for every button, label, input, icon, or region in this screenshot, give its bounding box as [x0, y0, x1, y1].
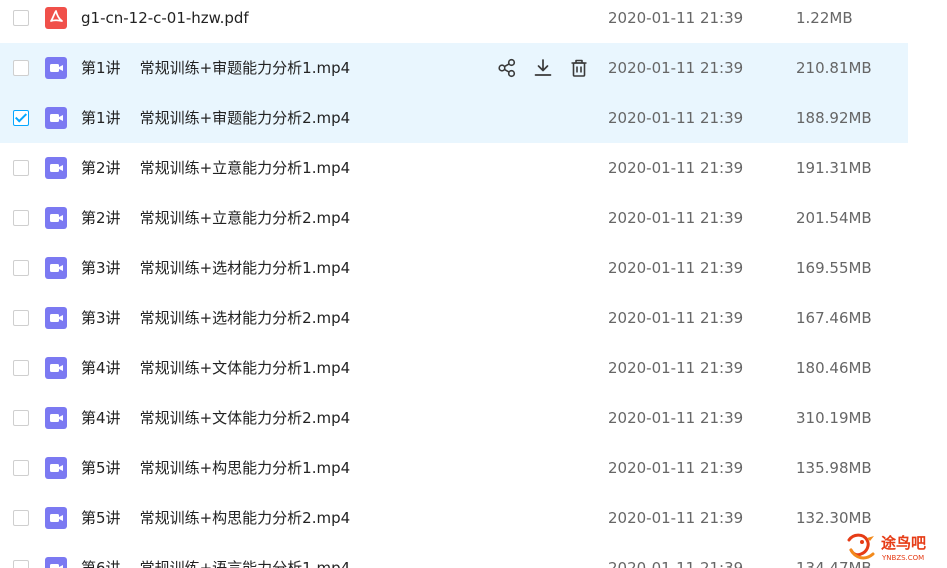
row-checkbox[interactable] [13, 360, 29, 376]
file-size: 188.92MB [796, 109, 872, 127]
file-row[interactable]: g1-cn-12-c-01-hzw.pdf 2020-01-11 21:39 1.2… [0, 0, 908, 43]
video-file-icon [45, 407, 67, 429]
file-row[interactable]: 第5讲 常规训练+构思能力分析1.mp4 2020-01-11 21:39 135.… [0, 443, 908, 493]
file-size: 169.55MB [796, 259, 872, 277]
file-name[interactable]: 第4讲 常规训练+文体能力分析1.mp4 [81, 359, 350, 377]
row-checkbox[interactable] [13, 10, 29, 26]
file-row[interactable]: 第1讲 常规训练+审题能力分析1.mp4 2020-01-11 21:39 210.… [0, 43, 908, 93]
file-date: 2020-01-11 21:39 [608, 9, 744, 27]
file-row[interactable]: 第5讲 常规训练+构思能力分析2.mp4 2020-01-11 21:39 132.… [0, 493, 908, 543]
file-date: 2020-01-11 21:39 [608, 409, 744, 427]
file-size: 210.81MB [796, 59, 872, 77]
share-icon[interactable] [496, 57, 518, 79]
row-checkbox[interactable] [13, 110, 29, 126]
file-date: 2020-01-11 21:39 [608, 459, 744, 477]
video-file-icon [45, 457, 67, 479]
file-list: g1-cn-12-c-01-hzw.pdf 2020-01-11 21:39 1.2… [0, 0, 947, 568]
file-size: 167.46MB [796, 309, 872, 327]
bird-logo-icon [845, 532, 877, 562]
row-checkbox[interactable] [13, 210, 29, 226]
file-size: 132.30MB [796, 509, 872, 527]
row-checkbox[interactable] [13, 310, 29, 326]
file-date: 2020-01-11 21:39 [608, 109, 744, 127]
file-name[interactable]: 第2讲 常规训练+立意能力分析2.mp4 [81, 209, 350, 227]
file-name[interactable]: 第5讲 常规训练+构思能力分析1.mp4 [81, 459, 350, 477]
file-name[interactable]: 第3讲 常规训练+选材能力分析2.mp4 [81, 309, 350, 327]
file-size: 1.22MB [796, 9, 853, 27]
row-checkbox[interactable] [13, 560, 29, 568]
file-row[interactable]: 第3讲 常规训练+选材能力分析2.mp4 2020-01-11 21:39 167.… [0, 293, 908, 343]
file-row[interactable]: 第2讲 常规训练+立意能力分析2.mp4 2020-01-11 21:39 201.… [0, 193, 908, 243]
file-date: 2020-01-11 21:39 [608, 59, 744, 77]
row-checkbox[interactable] [13, 460, 29, 476]
file-row[interactable]: 第2讲 常规训练+立意能力分析1.mp4 2020-01-11 21:39 191.… [0, 143, 908, 193]
row-checkbox[interactable] [13, 160, 29, 176]
watermark: 途鸟吧 YNBZS.COM [845, 530, 940, 565]
video-file-icon [45, 357, 67, 379]
file-date: 2020-01-11 21:39 [608, 159, 744, 177]
video-file-icon [45, 207, 67, 229]
file-row[interactable]: 第6讲 常规训练+语言能力分析1.mp4 2020-01-11 21:39 134.… [0, 543, 908, 568]
file-date: 2020-01-11 21:39 [608, 209, 744, 227]
file-size: 191.31MB [796, 159, 872, 177]
file-size: 310.19MB [796, 409, 872, 427]
file-row[interactable]: 第3讲 常规训练+选材能力分析1.mp4 2020-01-11 21:39 169.… [0, 243, 908, 293]
file-size: 135.98MB [796, 459, 872, 477]
video-file-icon [45, 57, 67, 79]
row-checkbox[interactable] [13, 410, 29, 426]
video-file-icon [45, 307, 67, 329]
file-date: 2020-01-11 21:39 [608, 309, 744, 327]
file-name[interactable]: 第6讲 常规训练+语言能力分析1.mp4 [81, 559, 350, 568]
video-file-icon [45, 107, 67, 129]
file-name[interactable]: 第5讲 常规训练+构思能力分析2.mp4 [81, 509, 350, 527]
file-date: 2020-01-11 21:39 [608, 509, 744, 527]
video-file-icon [45, 157, 67, 179]
row-actions [496, 57, 591, 79]
file-size: 180.46MB [796, 359, 872, 377]
watermark-subtext: YNBZS.COM [882, 554, 925, 562]
file-date: 2020-01-11 21:39 [608, 259, 744, 277]
file-name[interactable]: 第4讲 常规训练+文体能力分析2.mp4 [81, 409, 350, 427]
row-checkbox[interactable] [13, 60, 29, 76]
pdf-file-icon [45, 7, 67, 29]
delete-icon[interactable] [568, 57, 590, 79]
file-date: 2020-01-11 21:39 [608, 559, 744, 568]
video-file-icon [45, 257, 67, 279]
file-row[interactable]: 第1讲 常规训练+审题能力分析2.mp4 2020-01-11 21:39 188.… [0, 93, 908, 143]
file-name[interactable]: 第1讲 常规训练+审题能力分析1.mp4 [81, 59, 350, 77]
watermark-text: 途鸟吧 [881, 534, 927, 552]
file-date: 2020-01-11 21:39 [608, 359, 744, 377]
video-file-icon [45, 557, 67, 568]
file-name[interactable]: g1-cn-12-c-01-hzw.pdf [81, 9, 249, 27]
file-name[interactable]: 第3讲 常规训练+选材能力分析1.mp4 [81, 259, 350, 277]
file-name[interactable]: 第2讲 常规训练+立意能力分析1.mp4 [81, 159, 350, 177]
row-checkbox[interactable] [13, 260, 29, 276]
file-row[interactable]: 第4讲 常规训练+文体能力分析2.mp4 2020-01-11 21:39 310.… [0, 393, 908, 443]
file-name[interactable]: 第1讲 常规训练+审题能力分析2.mp4 [81, 109, 350, 127]
video-file-icon [45, 507, 67, 529]
file-size: 201.54MB [796, 209, 872, 227]
row-checkbox[interactable] [13, 510, 29, 526]
download-icon[interactable] [532, 57, 554, 79]
file-row[interactable]: 第4讲 常规训练+文体能力分析1.mp4 2020-01-11 21:39 180.… [0, 343, 908, 393]
